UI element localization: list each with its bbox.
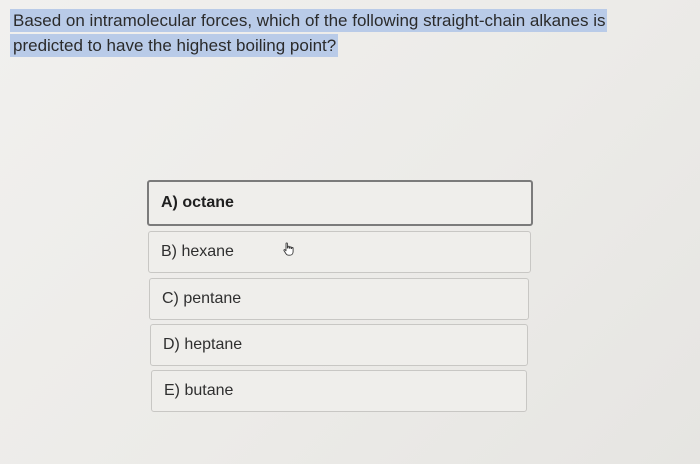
option-a-octane[interactable]: A) octane <box>147 180 533 226</box>
option-d-heptane[interactable]: D) heptane <box>150 324 528 366</box>
option-b-hexane[interactable]: B) hexane <box>148 231 531 273</box>
option-label: D) heptane <box>163 336 243 353</box>
option-c-pentane[interactable]: C) pentane <box>149 278 529 320</box>
option-label: A) octane <box>161 194 234 211</box>
hand-pointer-icon <box>281 241 297 257</box>
option-label: B) hexane <box>161 243 234 260</box>
option-label: E) butane <box>164 382 234 399</box>
option-e-butane[interactable]: E) butane <box>151 370 527 412</box>
answer-options: A) octane B) hexane C) pentane D) heptan… <box>0 0 700 464</box>
option-label: C) pentane <box>162 290 242 307</box>
